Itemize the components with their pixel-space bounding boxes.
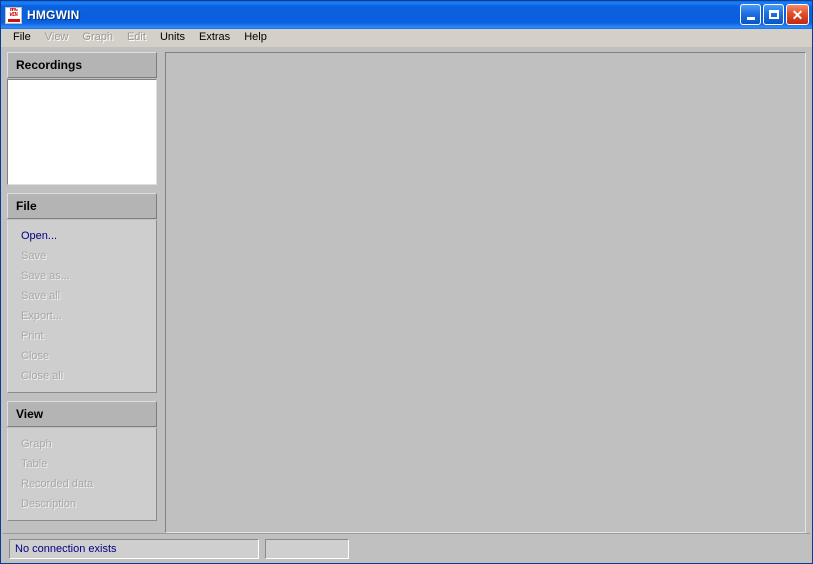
file-command-save-as: Save as...: [21, 270, 70, 282]
file-command-export: Export...: [21, 310, 62, 322]
recordings-header: Recordings: [7, 52, 157, 78]
window-controls: ✕: [740, 4, 809, 25]
app-icon-line2: WIN: [9, 12, 18, 18]
recordings-listbox[interactable]: [7, 79, 157, 185]
menu-item-units[interactable]: Units: [153, 30, 192, 46]
client-area: Recordings File Open... Save Save as... …: [1, 47, 812, 563]
view-command-graph: Graph: [21, 438, 52, 450]
menu-item-graph: Graph: [82, 30, 113, 43]
window-title: HMGWIN: [27, 8, 80, 22]
view-section-header: View: [7, 401, 157, 427]
menu-item-view: View: [44, 30, 69, 43]
status-bar: No connection exists: [3, 533, 810, 563]
close-icon: ✕: [791, 6, 804, 23]
view-section-body: Graph Table Recorded data Description: [7, 428, 157, 521]
app-icon-bar: [7, 19, 20, 22]
file-command-save-all: Save all: [21, 290, 61, 302]
application-window: HMG WIN HMGWIN ✕ File View Graph Edit Un…: [0, 0, 813, 564]
file-command-save: Save: [21, 250, 47, 262]
view-command-description: Description: [21, 498, 77, 510]
status-connection: No connection exists: [9, 538, 259, 559]
menu-item-edit: Edit: [126, 30, 146, 43]
hmgwin-app-icon: HMG WIN: [5, 6, 22, 24]
menu-bar: File View Graph Edit Units Extras Help: [1, 29, 812, 47]
file-command-close-all: Close all: [21, 370, 64, 382]
view-command-recorded-data: Recorded data: [21, 478, 94, 490]
minimize-icon: [746, 16, 755, 20]
menu-item-extras[interactable]: Extras: [192, 30, 237, 46]
mdi-workspace[interactable]: [165, 52, 806, 533]
maximize-button[interactable]: [763, 4, 784, 25]
menu-item-file[interactable]: File: [6, 30, 38, 46]
view-command-table: Table: [21, 458, 48, 470]
close-button[interactable]: ✕: [786, 4, 809, 25]
menu-item-help[interactable]: Help: [237, 30, 274, 46]
title-bar[interactable]: HMG WIN HMGWIN ✕: [1, 1, 812, 29]
status-secondary: [265, 538, 349, 559]
sidebar: Recordings File Open... Save Save as... …: [7, 52, 157, 533]
panel-spacer-1: [7, 185, 157, 193]
maximize-icon: [768, 10, 779, 19]
file-section-body: Open... Save Save as... Save all Export.…: [7, 220, 157, 393]
panel-spacer-2: [7, 393, 157, 401]
file-command-open[interactable]: Open...: [8, 226, 156, 246]
file-section-header: File: [7, 193, 157, 219]
minimize-button[interactable]: [740, 4, 761, 25]
file-command-print: Print: [21, 330, 44, 342]
file-command-close: Close: [21, 350, 50, 362]
work-row: Recordings File Open... Save Save as... …: [3, 49, 810, 533]
